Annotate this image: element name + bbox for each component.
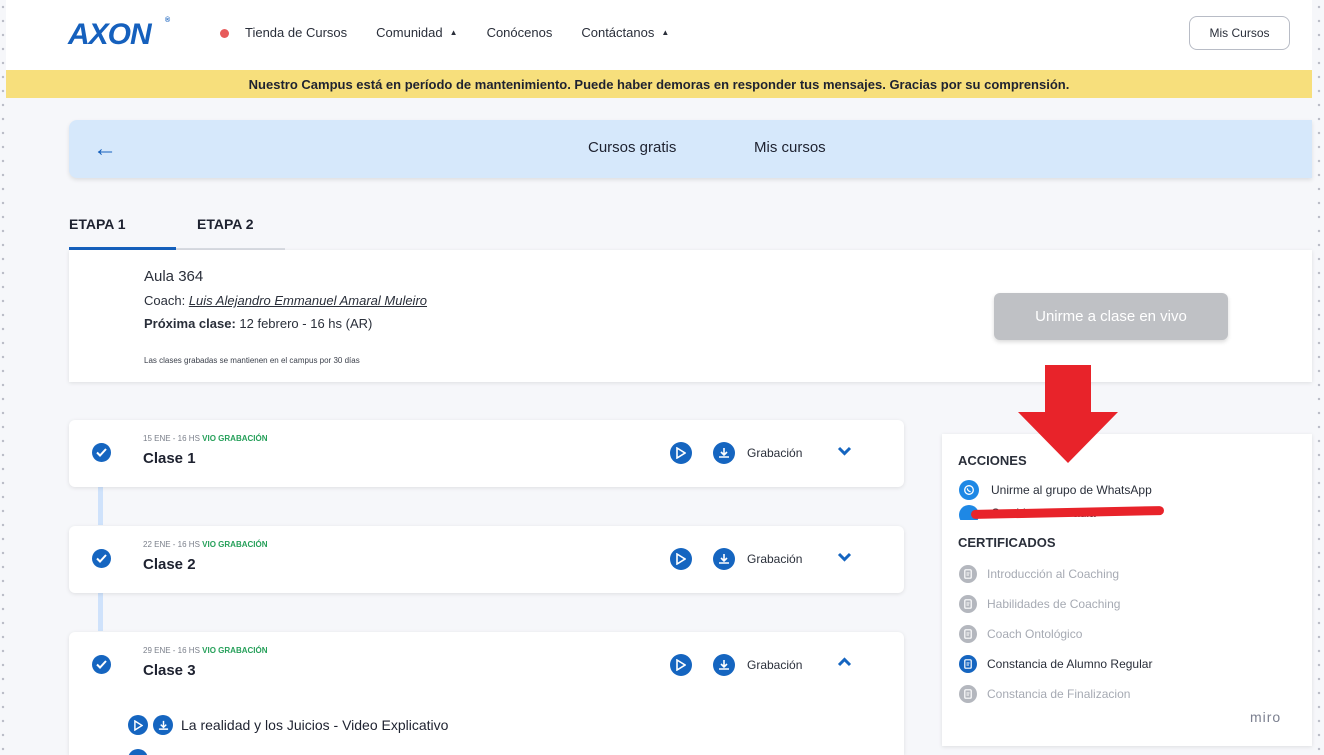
- certificados-title: CERTIFICADOS: [958, 535, 1056, 550]
- etapa-tabs: ETAPA 1 ETAPA 2: [69, 212, 285, 250]
- tab-etapa-2[interactable]: ETAPA 2: [197, 216, 254, 232]
- certificate-icon: [959, 565, 977, 583]
- clase-card-3[interactable]: 29 ENE - 16 HS VIO GRABACIÓN Clase 3 Gra…: [69, 632, 904, 755]
- annotation-arrow-down-icon: [1018, 365, 1118, 470]
- nav-tienda[interactable]: Tienda de Cursos: [245, 25, 347, 40]
- acciones-panel: ACCIONES Unirme al grupo de WhatsApp Cam…: [942, 434, 1312, 746]
- clase-title: Clase 2: [143, 556, 196, 573]
- board-dots-left: [0, 0, 6, 755]
- certificate-item: Introducción al Coaching: [959, 565, 1119, 583]
- certificate-icon: [959, 685, 977, 703]
- acciones-title: ACCIONES: [958, 453, 1027, 468]
- clase-title: Clase 1: [143, 450, 196, 467]
- maintenance-banner: Nuestro Campus está en período de manten…: [6, 70, 1312, 98]
- play-icon[interactable]: [128, 715, 148, 735]
- play-icon[interactable]: [670, 442, 692, 464]
- nav-comunidad[interactable]: Comunidad ▲: [376, 25, 457, 40]
- chevron-down-icon[interactable]: [837, 549, 852, 565]
- download-icon[interactable]: [713, 654, 735, 676]
- course-nav-bar: ← Cursos gratis Mis cursos: [69, 120, 1312, 178]
- next-class-line: Próxima clase: 12 febrero - 16 hs (AR): [144, 316, 373, 331]
- play-icon[interactable]: [128, 749, 148, 755]
- mis-cursos-link[interactable]: Mis cursos: [754, 139, 826, 156]
- nav-conocenos[interactable]: Conócenos: [487, 25, 553, 40]
- grabacion-label: Grabación: [747, 658, 803, 672]
- timeline-connector: [98, 487, 103, 525]
- whatsapp-icon: [959, 480, 979, 500]
- coach-name-link[interactable]: Luis Alejandro Emmanuel Amaral Muleiro: [189, 293, 427, 308]
- clase-card-2[interactable]: 22 ENE - 16 HS VIO GRABACIÓN Clase 2 Gra…: [69, 526, 904, 593]
- caret-up-icon: ▲: [661, 28, 670, 37]
- clase-title: Clase 3: [143, 662, 196, 679]
- play-icon[interactable]: [670, 548, 692, 570]
- play-icon[interactable]: [670, 654, 692, 676]
- grabacion-label: Grabación: [747, 552, 803, 566]
- clase-card-1[interactable]: 15 ENE - 16 HS VIO GRABACIÓN Clase 1 Gra…: [69, 420, 904, 487]
- download-icon[interactable]: [713, 442, 735, 464]
- certificate-icon: [959, 595, 977, 613]
- mis-cursos-button[interactable]: Mis Cursos: [1189, 16, 1290, 50]
- certificate-item-active[interactable]: Constancia de Alumno Regular: [959, 655, 1152, 673]
- list-item[interactable]: La realidad y los Juicios - Video Explic…: [128, 715, 448, 735]
- whatsapp-group-link[interactable]: Unirme al grupo de WhatsApp: [959, 480, 1152, 500]
- certificate-item: Coach Ontológico: [959, 625, 1082, 643]
- download-icon[interactable]: [153, 715, 173, 735]
- back-arrow-icon[interactable]: ←: [93, 135, 117, 163]
- chevron-up-icon[interactable]: [837, 654, 852, 670]
- status-badge: VIO GRABACIÓN: [202, 540, 268, 549]
- recordings-note: Las clases grabadas se mantienen en el c…: [144, 356, 360, 365]
- status-dot: [220, 28, 229, 38]
- status-badge: VIO GRABACIÓN: [202, 434, 268, 443]
- tab-etapa-1[interactable]: ETAPA 1: [69, 216, 126, 232]
- registered-mark: ®: [165, 17, 170, 24]
- chevron-down-icon[interactable]: [837, 443, 852, 459]
- certificate-item: Constancia de Finalizacion: [959, 685, 1130, 703]
- caret-up-icon: ▲: [449, 28, 458, 37]
- cursos-gratis-link[interactable]: Cursos gratis: [588, 139, 676, 156]
- certificate-icon: [959, 625, 977, 643]
- timeline-connector: [98, 593, 103, 631]
- download-icon[interactable]: [713, 548, 735, 570]
- clase-meta: 29 ENE - 16 HS VIO GRABACIÓN: [143, 646, 268, 655]
- main-nav: Tienda de Cursos Comunidad ▲ Conócenos Co…: [220, 25, 698, 40]
- clase-meta: 15 ENE - 16 HS VIO GRABACIÓN: [143, 434, 268, 443]
- aula-title: Aula 364: [144, 268, 204, 285]
- top-navbar: AXON ® Tienda de Cursos Comunidad ▲ Conóc…: [6, 0, 1312, 70]
- join-live-class-button[interactable]: Unirme a clase en vivo: [994, 293, 1228, 340]
- status-badge: VIO GRABACIÓN: [202, 646, 268, 655]
- coach-line: Coach: Luis Alejandro Emmanuel Amaral Mu…: [144, 293, 428, 308]
- miro-watermark: miro: [1250, 709, 1282, 725]
- grabacion-label: Grabación: [747, 446, 803, 460]
- certificate-item: Habilidades de Coaching: [959, 595, 1120, 613]
- check-icon: [92, 549, 111, 568]
- axon-logo[interactable]: AXON ®: [68, 17, 170, 52]
- aula-card: Aula 364 Coach: Luis Alejandro Emmanuel …: [69, 250, 1312, 382]
- check-icon: [92, 443, 111, 462]
- certificate-icon: [959, 655, 977, 673]
- board-dots-right: [1316, 0, 1322, 755]
- clase-meta: 22 ENE - 16 HS VIO GRABACIÓN: [143, 540, 268, 549]
- nav-contactanos[interactable]: Contáctanos ▲: [581, 25, 669, 40]
- check-icon: [92, 655, 111, 674]
